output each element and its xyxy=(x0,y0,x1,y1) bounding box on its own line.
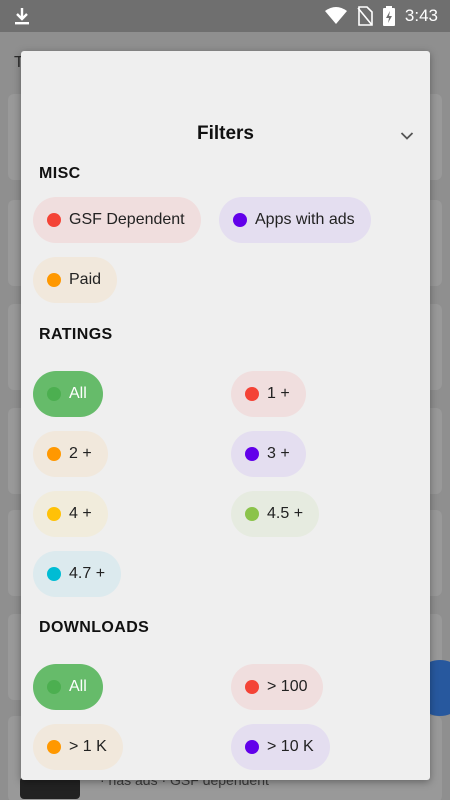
rating-chip-4-5-plus[interactable]: 4.5 + xyxy=(231,491,320,537)
color-dot xyxy=(47,740,61,754)
color-dot xyxy=(47,447,61,461)
rating-chip-4-plus[interactable]: 4 + xyxy=(33,491,108,537)
section-heading-misc: MISC xyxy=(39,165,81,182)
downloads-chip-all[interactable]: All xyxy=(33,664,103,710)
color-dot xyxy=(245,447,259,461)
section-heading-downloads: DOWNLOADS xyxy=(39,619,150,636)
chip-label: 2 + xyxy=(69,445,92,462)
chip-label: 4 + xyxy=(69,505,92,522)
filters-sheet: Filters MISC GSF Dependent Apps with ads… xyxy=(21,51,430,780)
section-heading-ratings: RATINGS xyxy=(39,326,113,343)
chip-label: 3 + xyxy=(267,445,290,462)
downloads-chip-10k[interactable]: > 10 K xyxy=(231,724,330,770)
chip-label: 4.5 + xyxy=(267,505,304,522)
chevron-down-icon xyxy=(400,132,414,140)
chip-label: Apps with ads xyxy=(255,211,355,228)
chip-label: All xyxy=(69,678,87,695)
downloads-chip-100[interactable]: > 100 xyxy=(231,664,324,710)
rating-chip-4-7-plus[interactable]: 4.7 + xyxy=(33,551,122,597)
rating-chip-1-plus[interactable]: 1 + xyxy=(231,371,306,417)
color-dot xyxy=(47,507,61,521)
download-icon xyxy=(15,8,29,25)
filter-chip-paid[interactable]: Paid xyxy=(33,257,118,303)
color-dot xyxy=(47,387,61,401)
downloads-chip-1k[interactable]: > 1 K xyxy=(33,724,123,770)
no-sim-icon xyxy=(357,6,373,26)
filter-chip-gsf-dependent[interactable]: GSF Dependent xyxy=(33,197,201,243)
chip-label: All xyxy=(69,385,87,402)
chip-label: GSF Dependent xyxy=(69,211,185,228)
chip-label: > 1 K xyxy=(69,738,107,755)
chip-label: > 100 xyxy=(267,678,308,695)
wifi-icon xyxy=(324,7,347,24)
sheet-title: Filters xyxy=(196,123,255,144)
chip-label: > 10 K xyxy=(267,738,314,755)
status-bar: 3:43 xyxy=(0,0,450,32)
color-dot xyxy=(47,567,61,581)
clock: 3:43 xyxy=(404,6,438,25)
rating-chip-2-plus[interactable]: 2 + xyxy=(33,431,108,477)
color-dot xyxy=(47,680,61,694)
color-dot xyxy=(47,213,61,227)
rating-chip-3-plus[interactable]: 3 + xyxy=(231,431,306,477)
rating-chip-all[interactable]: All xyxy=(33,371,103,417)
filter-chip-apps-with-ads[interactable]: Apps with ads xyxy=(219,197,371,243)
color-dot xyxy=(233,213,247,227)
color-dot xyxy=(47,273,61,287)
chip-label: 1 + xyxy=(267,385,290,402)
color-dot xyxy=(245,507,259,521)
collapse-button[interactable] xyxy=(396,125,418,147)
battery-charging-icon xyxy=(382,6,395,26)
color-dot xyxy=(245,387,259,401)
app-thumbnail xyxy=(20,777,80,799)
chip-label: Paid xyxy=(69,271,102,288)
chip-label: 4.7 + xyxy=(69,565,106,582)
color-dot xyxy=(245,680,259,694)
color-dot xyxy=(245,740,259,754)
